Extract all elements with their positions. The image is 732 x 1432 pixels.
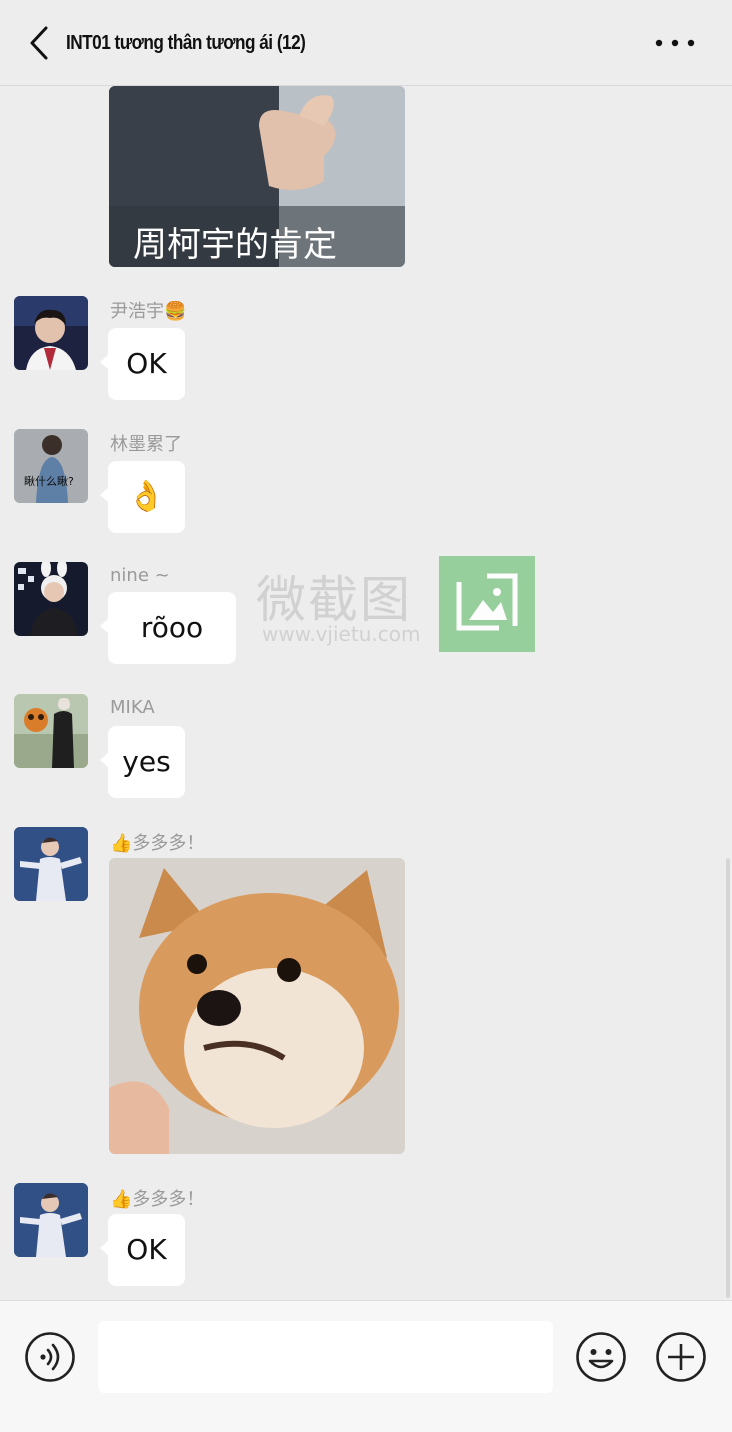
chevron-left-icon[interactable] — [26, 24, 54, 62]
avatar-caption: 瞅什么瞅? — [24, 475, 74, 488]
message-bubble[interactable]: OK — [100, 1214, 185, 1286]
more-dots-icon[interactable] — [652, 30, 698, 56]
avatar[interactable]: 瞅什么瞅? — [14, 429, 88, 503]
message-bubble[interactable]: yes — [100, 726, 185, 798]
chat-title: INT01 tương thân tương ái (12) — [66, 32, 306, 54]
sender-name: 林墨累了 — [110, 434, 182, 455]
voice-icon[interactable] — [24, 1331, 76, 1383]
sender-name: 👍多多多！ — [110, 1189, 205, 1210]
avatar[interactable] — [14, 827, 88, 901]
message-bubble[interactable]: OK — [100, 328, 185, 400]
sender-name: 👍多多多！ — [110, 833, 205, 854]
emoji-icon[interactable] — [575, 1331, 627, 1383]
avatar[interactable] — [14, 1183, 88, 1257]
watermark-url: www.vjietu.com — [262, 622, 421, 646]
avatar[interactable] — [14, 296, 88, 370]
shiba-puppy-image — [109, 858, 405, 1154]
sticker-caption: 周柯宇的肯定 — [133, 225, 337, 265]
watermark-text: 微截图 — [256, 571, 412, 629]
input-bar — [0, 1300, 732, 1432]
thumbs-up-sticker-image: 周柯宇的肯定 — [109, 86, 405, 267]
screenshot-logo-icon — [439, 556, 535, 652]
avatar[interactable] — [14, 694, 88, 768]
watermark: 微截图 www.vjietu.com — [256, 556, 536, 652]
image-message[interactable] — [109, 858, 405, 1154]
scrollbar[interactable] — [726, 858, 730, 1298]
avatar[interactable] — [14, 562, 88, 636]
chat-header: INT01 tương thân tương ái (12) — [0, 0, 732, 86]
image-message[interactable]: 周柯宇的肯定 — [109, 86, 405, 267]
message-input[interactable] — [98, 1321, 553, 1393]
sender-name: MIKA — [110, 697, 155, 718]
plus-icon[interactable] — [655, 1331, 707, 1383]
message-bubble[interactable]: rõoo — [100, 592, 236, 664]
sender-name: nine ~ — [110, 565, 170, 586]
sender-name: 尹浩宇🍔 — [110, 301, 187, 322]
message-bubble[interactable]: 👌 — [100, 461, 185, 533]
